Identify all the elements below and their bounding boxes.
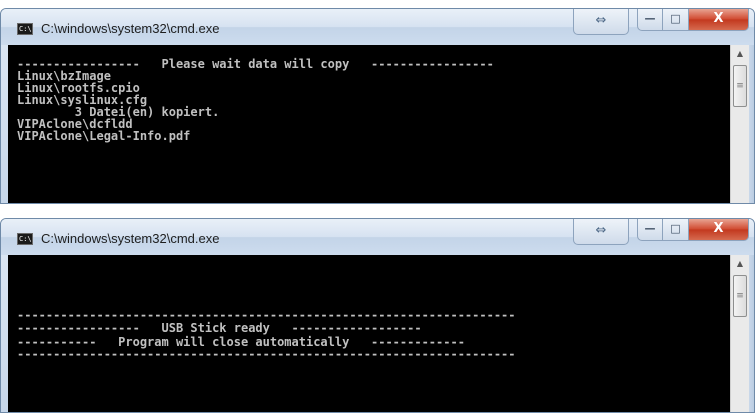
window-title: C:\windows\system32\cmd.exe [41,21,220,36]
console-line: ----------------- USB Stick ready ------… [17,321,422,335]
window-title: C:\windows\system32\cmd.exe [41,231,220,246]
cmd-icon[interactable]: C:\ [17,233,33,245]
console-line: ----------------------------------------… [17,308,516,322]
maximize-button[interactable]: □ [663,9,689,31]
vertical-scrollbar[interactable]: ▲ ≡ [730,255,749,412]
close-button[interactable]: X [689,9,749,31]
cmd-icon[interactable]: C:\ [17,23,33,35]
minimize-button[interactable]: — [637,9,663,31]
caption-buttons: — □ X [637,219,749,241]
console-output[interactable]: ----------------------------------------… [8,255,730,412]
vertical-scrollbar[interactable]: ▲ ≡ [730,45,749,203]
console-line: VIPAclone\Legal-Info.pdf [17,129,191,143]
console-line: ----------------------------------------… [17,347,516,361]
snap-button[interactable]: ⇔ [573,219,629,245]
console-output[interactable]: ----------------- Please wait data will … [8,45,730,203]
snap-button[interactable]: ⇔ [573,9,629,35]
caption-buttons: — □ X [637,9,749,31]
minimize-button[interactable]: — [637,219,663,241]
maximize-button[interactable]: □ [663,219,689,241]
close-button[interactable]: X [689,219,749,241]
window-frame [749,255,754,412]
scroll-thumb[interactable]: ≡ [733,275,747,317]
cmd-window-copy[interactable]: C:\ C:\windows\system32\cmd.exe ⇔ — □ X … [0,8,755,204]
scroll-thumb[interactable]: ≡ [733,65,747,107]
cmd-window-ready[interactable]: C:\ C:\windows\system32\cmd.exe ⇔ — □ X … [0,218,755,413]
scroll-up-arrow-icon[interactable]: ▲ [731,45,749,62]
window-frame [749,45,754,203]
title-bar[interactable]: C:\ C:\windows\system32\cmd.exe ⇔ — □ X [1,219,754,255]
scroll-up-arrow-icon[interactable]: ▲ [731,255,749,272]
title-bar[interactable]: C:\ C:\windows\system32\cmd.exe ⇔ — □ X [1,9,754,45]
